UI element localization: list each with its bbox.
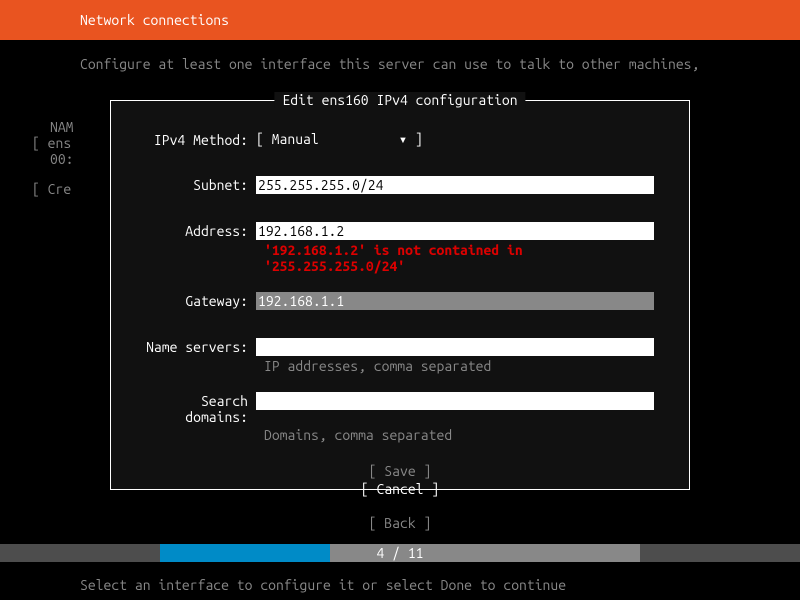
progress-text: 4 / 11 — [160, 545, 640, 561]
config-instruction: Configure at least one interface this se… — [0, 40, 800, 82]
searchdomains-hint: Domains, comma separated — [131, 427, 669, 443]
address-input[interactable]: 192.168.1.2 — [256, 222, 654, 240]
dialog-title: Edit ens160 IPv4 configuration — [274, 92, 525, 108]
subnet-row: Subnet: 255.255.255.0/24 — [131, 176, 669, 194]
method-dropdown[interactable]: [ Manual ▾ ] — [256, 131, 423, 148]
cancel-button[interactable]: [ Cancel ] — [131, 481, 669, 497]
back-button[interactable]: [ Back ] — [369, 515, 432, 531]
bg-cre: [ Cre — [32, 180, 71, 198]
method-selected: [ Manual — [256, 131, 319, 147]
bg-zeros: 00: — [50, 150, 74, 168]
chevron-down-icon: ▾ ] — [399, 131, 423, 148]
method-row: IPv4 Method: [ Manual ▾ ] — [131, 131, 669, 148]
searchdomains-row: Search domains: — [131, 392, 669, 425]
nameservers-label: Name servers: — [131, 338, 256, 355]
gateway-row: Gateway: 192.168.1.1 — [131, 292, 669, 310]
nameservers-row: Name servers: — [131, 338, 669, 356]
address-row: Address: 192.168.1.2 — [131, 222, 669, 240]
progress-backdrop: 4 / 11 — [0, 544, 800, 562]
address-error: '192.168.1.2' is not contained in '255.2… — [131, 242, 669, 274]
back-button-container: [ Back ] — [0, 515, 800, 531]
gateway-input[interactable]: 192.168.1.1 — [256, 292, 654, 310]
edit-network-dialog: Edit ens160 IPv4 configuration IPv4 Meth… — [110, 100, 690, 490]
subnet-input[interactable]: 255.255.255.0/24 — [256, 176, 654, 194]
searchdomains-input[interactable] — [256, 392, 654, 410]
dialog-buttons: [ Save ] [ Cancel ] — [131, 463, 669, 497]
method-label: IPv4 Method: — [131, 131, 256, 148]
gateway-label: Gateway: — [131, 292, 256, 309]
progress-bar: 4 / 11 — [160, 544, 640, 562]
dialog-content: IPv4 Method: [ Manual ▾ ] Subnet: 255.255… — [111, 101, 689, 507]
nameservers-input[interactable] — [256, 338, 654, 356]
header-bar: Network connections — [0, 0, 800, 40]
footer-instruction: Select an interface to configure it or s… — [80, 577, 566, 593]
subnet-label: Subnet: — [131, 176, 256, 193]
page-title: Network connections — [80, 12, 229, 28]
searchdomains-label: Search domains: — [131, 392, 256, 425]
address-label: Address: — [131, 222, 256, 239]
save-button[interactable]: [ Save ] — [131, 463, 669, 479]
nameservers-hint: IP addresses, comma separated — [131, 358, 669, 374]
